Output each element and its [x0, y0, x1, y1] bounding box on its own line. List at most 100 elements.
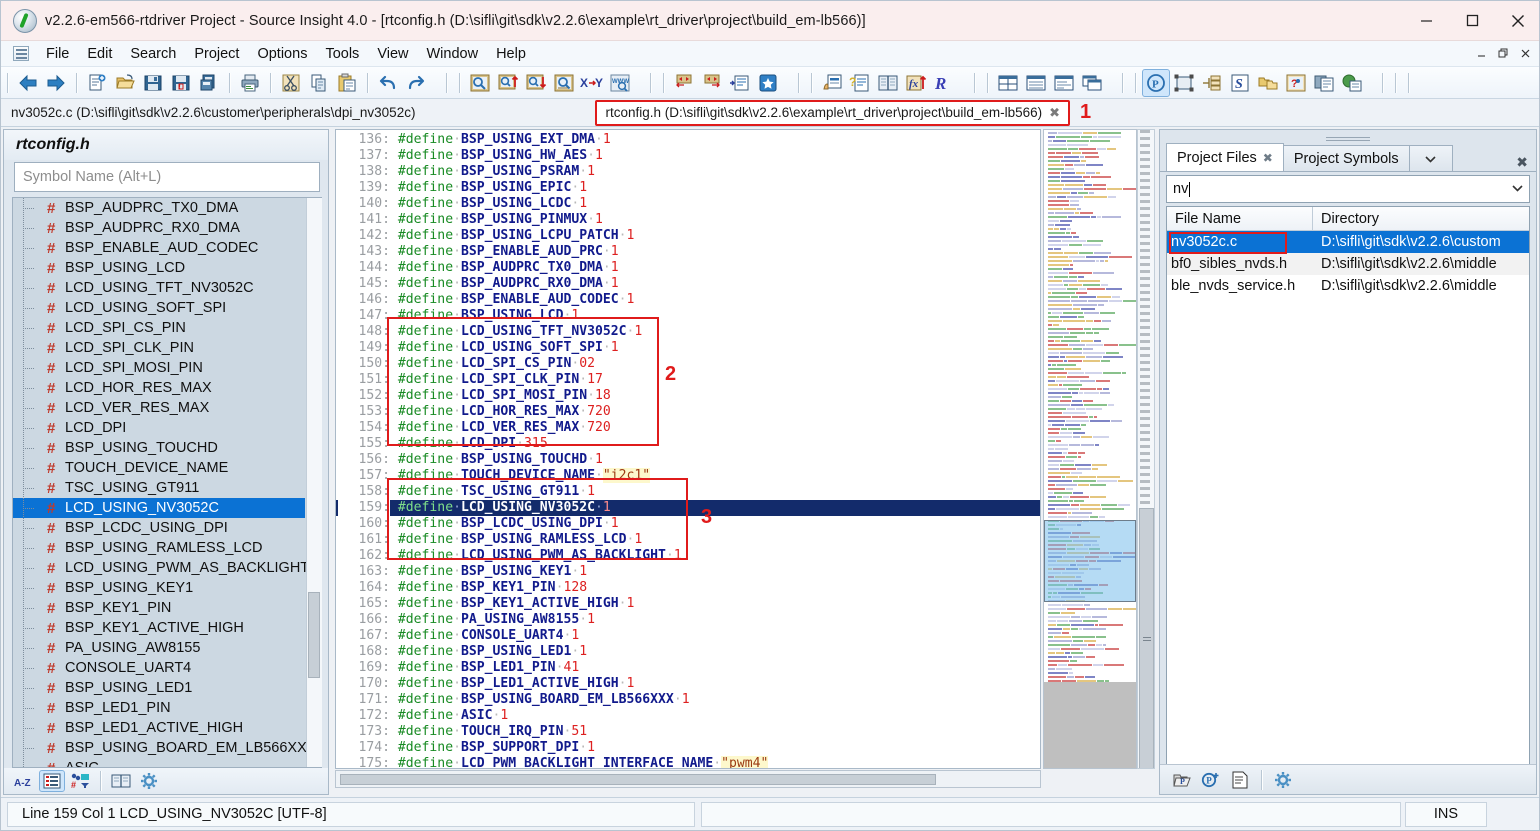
menu-item-project[interactable]: Project — [185, 44, 248, 64]
column-header-file-name[interactable]: File Name — [1167, 207, 1313, 230]
editor-horizontal-scrollbar[interactable] — [335, 770, 1041, 788]
reference-book-icon[interactable] — [109, 771, 133, 791]
undo-icon[interactable] — [375, 70, 401, 96]
menu-item-tools[interactable]: Tools — [316, 44, 368, 64]
menu-item-options[interactable]: Options — [248, 44, 316, 64]
code-line[interactable]: 172 #define·ASIC·1 — [336, 708, 1040, 724]
symbol-list-item[interactable]: # LCD_DPI — [13, 418, 305, 438]
project-report-icon[interactable] — [1228, 770, 1252, 790]
symbol-list-item[interactable]: # LCD_USING_SOFT_SPI — [13, 298, 305, 318]
symbol-list-item[interactable]: # ASIC — [13, 758, 305, 767]
menu-item-edit[interactable]: Edit — [78, 44, 121, 64]
context-window-icon[interactable]: ? — [1283, 70, 1309, 96]
panel-close-icon[interactable]: ✖ — [1516, 154, 1536, 171]
list-view-icon[interactable] — [39, 770, 65, 792]
relation-window-icon[interactable]: R — [931, 70, 957, 96]
code-line[interactable]: 162 #define·LCD_USING_PWM_AS_BACKLIGHT·1 — [336, 548, 1040, 564]
paste-icon[interactable] — [334, 70, 360, 96]
symbol-list-item[interactable]: # PA_USING_AW8155 — [13, 638, 305, 658]
code-line[interactable]: 141 #define·BSP_USING_PINMUX·1 — [336, 212, 1040, 228]
smart-rename-icon[interactable]: S — [1227, 70, 1253, 96]
code-line[interactable]: 159 #define·LCD_USING_NV3052C·1 — [336, 500, 1040, 516]
print-icon[interactable] — [237, 70, 263, 96]
new-file-icon[interactable] — [84, 70, 110, 96]
symbol-list-item[interactable]: # BSP_USING_LED1 — [13, 678, 305, 698]
symbol-search-input[interactable]: Symbol Name (Alt+L) — [14, 162, 320, 192]
code-line[interactable]: 169 #define·BSP_LED1_PIN·41 — [336, 660, 1040, 676]
tab-close-icon[interactable]: ✖ — [1263, 151, 1273, 165]
bookmark-next-icon[interactable] — [699, 70, 725, 96]
code-line[interactable]: 166 #define·PA_USING_AW8155·1 — [336, 612, 1040, 628]
symbol-list-item[interactable]: # BSP_USING_BOARD_EM_LB566XXX — [13, 738, 316, 758]
symbol-list-item[interactable]: # LCD_USING_NV3052C — [13, 498, 305, 518]
menu-item-search[interactable]: Search — [121, 44, 185, 64]
search-icon[interactable] — [467, 70, 493, 96]
code-line[interactable]: 165 #define·BSP_KEY1_ACTIVE_HIGH·1 — [336, 596, 1040, 612]
search-up-icon[interactable] — [495, 70, 521, 96]
code-line[interactable]: 145 #define·BSP_AUDPRC_RX0_DMA·1 — [336, 276, 1040, 292]
symbol-list-item[interactable]: # BSP_KEY1_PIN — [13, 598, 305, 618]
highlight-word-icon[interactable] — [819, 70, 845, 96]
panel-drag-grip[interactable] — [1160, 130, 1536, 144]
code-line[interactable]: 137 #define·BSP_USING_HW_AES·1 — [336, 148, 1040, 164]
code-line[interactable]: 148 #define·LCD_USING_TFT_NV3052C·1 — [336, 324, 1040, 340]
folder-tree-icon[interactable] — [1255, 70, 1281, 96]
symbol-list-item[interactable]: # LCD_HOR_RES_MAX — [13, 378, 305, 398]
clip-window-icon[interactable] — [1311, 70, 1337, 96]
file-list-row[interactable]: ble_nvds_service.h D:\sifli\git\sdk\v2.2.… — [1167, 275, 1529, 297]
copy-icon[interactable] — [306, 70, 332, 96]
open-folder-icon[interactable] — [112, 70, 138, 96]
close-button[interactable] — [1495, 1, 1539, 41]
symbol-list-item[interactable]: # TOUCH_DEVICE_NAME — [13, 458, 305, 478]
symbol-list-item[interactable]: # BSP_USING_LCD — [13, 258, 305, 278]
code-line[interactable]: 168 #define·BSP_USING_LED1·1 — [336, 644, 1040, 660]
new-project-icon[interactable]: P — [1199, 770, 1223, 790]
symbol-list-item[interactable]: # LCD_SPI_MOSI_PIN — [13, 358, 305, 378]
cut-icon[interactable] — [278, 70, 304, 96]
code-line[interactable]: 150 #define·LCD_SPI_CS_PIN·02 — [336, 356, 1040, 372]
code-line[interactable]: 160 #define·BSP_LCDC_USING_DPI·1 — [336, 516, 1040, 532]
project-window-icon[interactable]: P — [1142, 68, 1170, 97]
maximize-button[interactable] — [1449, 1, 1495, 41]
code-line[interactable]: 154 #define·LCD_VER_RES_MAX·720 — [336, 420, 1040, 436]
file-tab-nv3052c[interactable]: nv3052c.c (D:\sifli\git\sdk\v2.2.6\custo… — [1, 100, 426, 125]
editor-vertical-scrollbar[interactable] — [1137, 129, 1155, 769]
code-line[interactable]: 171 #define·BSP_USING_BOARD_EM_LB566XXX·… — [336, 692, 1040, 708]
close-file-icon[interactable] — [196, 70, 222, 96]
code-line[interactable]: 167 #define·CONSOLE_UART4·1 — [336, 628, 1040, 644]
mdi-close-button[interactable] — [1515, 45, 1535, 63]
code-line[interactable]: 143 #define·BSP_ENABLE_AUD_PRC·1 — [336, 244, 1040, 260]
code-line[interactable]: 174 #define·BSP_SUPPORT_DPI·1 — [336, 740, 1040, 756]
code-line[interactable]: 149 #define·LCD_USING_SOFT_SPI·1 — [336, 340, 1040, 356]
sort-alphabetical-icon[interactable]: A-Z — [12, 771, 36, 791]
split-window-icon[interactable] — [1051, 70, 1077, 96]
tab-project-files[interactable]: Project Files ✖ — [1166, 143, 1284, 171]
code-line[interactable]: 147 #define·BSP_USING_LCD·1 — [336, 308, 1040, 324]
symbol-list-item[interactable]: # CONSOLE_UART4 — [13, 658, 305, 678]
code-line[interactable]: 155 #define·LCD_DPI·315 — [336, 436, 1040, 452]
tab-project-symbols[interactable]: Project Symbols — [1282, 145, 1410, 171]
column-header-directory[interactable]: Directory — [1313, 207, 1529, 230]
file-tab-rtconfig[interactable]: rtconfig.h (D:\sifli\git\sdk\v2.2.6\exam… — [595, 99, 1071, 126]
cascade-windows-icon[interactable] — [1079, 70, 1105, 96]
tile-horizontal-icon[interactable] — [995, 70, 1021, 96]
save-icon[interactable] — [140, 70, 166, 96]
symbol-list-item[interactable]: # BSP_AUDPRC_RX0_DMA — [13, 218, 305, 238]
file-list-row[interactable]: nv3052c.c D:\sifli\git\sdk\v2.2.6\custom — [1167, 231, 1529, 253]
file-list-row[interactable]: bf0_sibles_nvds.h D:\sifli\git\sdk\v2.2.6… — [1167, 253, 1529, 275]
symbol-list[interactable]: # BSP_AUDPRC_TX0_DMA # BSP_AUDPRC_RX0_DMA # B… — [12, 197, 322, 768]
outline-icon[interactable] — [1199, 70, 1225, 96]
code-line[interactable]: 175 #define·LCD_PWM_BACKLIGHT_INTERFACE_… — [336, 756, 1040, 768]
minimize-button[interactable] — [1403, 1, 1449, 41]
symbol-list-item[interactable]: # LCD_USING_PWM_AS_BACKLIGHT — [13, 558, 309, 578]
function-up-icon[interactable]: fx — [903, 70, 929, 96]
search-files-icon[interactable] — [551, 70, 577, 96]
symbol-list-item[interactable]: # BSP_USING_KEY1 — [13, 578, 305, 598]
chevron-down-icon[interactable] — [1408, 145, 1453, 171]
save-all-icon[interactable]: ! — [168, 70, 194, 96]
symbol-list-item[interactable]: # LCD_SPI_CLK_PIN — [13, 338, 305, 358]
replace-icon[interactable]: XY — [579, 70, 605, 96]
code-line[interactable]: 173 #define·TOUCH_IRQ_PIN·51 — [336, 724, 1040, 740]
symbol-list-item[interactable]: # BSP_AUDPRC_TX0_DMA — [13, 198, 305, 218]
symbol-list-item[interactable]: # LCD_USING_TFT_NV3052C — [13, 278, 305, 298]
